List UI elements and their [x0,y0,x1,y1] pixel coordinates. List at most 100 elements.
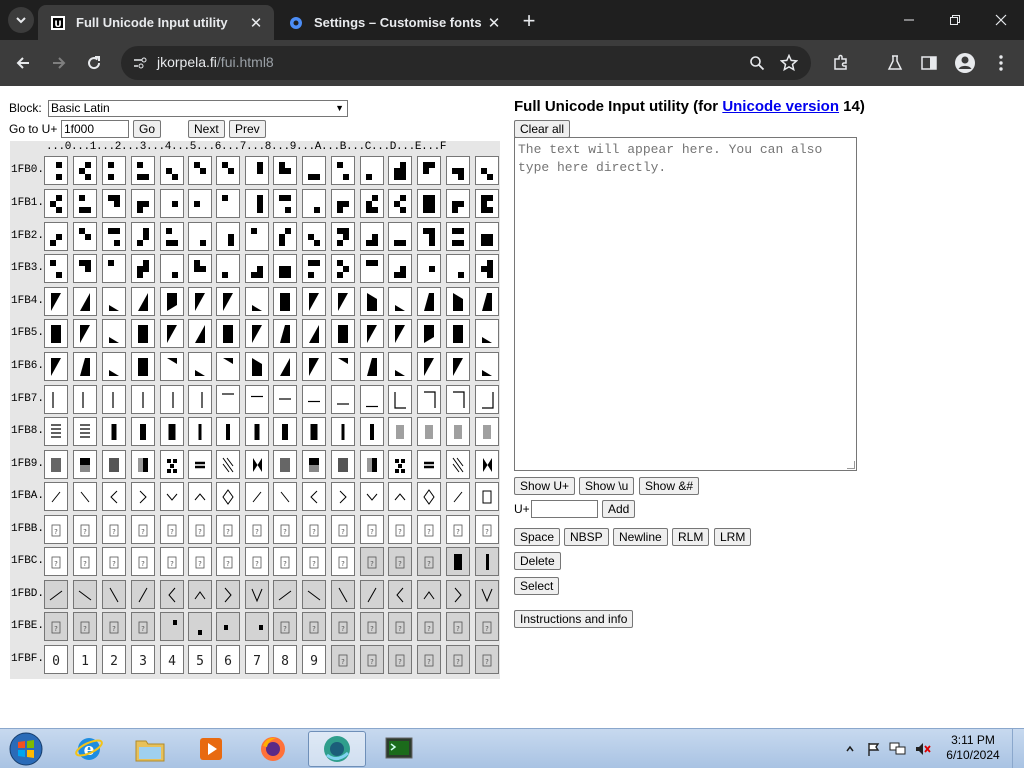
char-cell[interactable]: ? [475,645,499,674]
char-cell[interactable] [188,287,212,316]
taskbar-firefox[interactable] [244,731,302,767]
char-cell[interactable] [446,222,470,251]
char-cell[interactable] [417,580,441,609]
char-cell[interactable] [388,385,412,414]
char-cell[interactable]: ? [273,515,297,544]
char-cell[interactable]: ? [102,515,126,544]
char-cell[interactable] [44,580,68,609]
char-cell[interactable] [131,156,155,185]
char-cell[interactable]: ? [417,515,441,544]
char-cell[interactable] [73,580,97,609]
char-cell[interactable] [446,254,470,283]
char-cell[interactable] [160,287,184,316]
char-cell[interactable] [245,352,269,381]
char-cell[interactable]: ? [216,515,240,544]
extensions-button[interactable] [826,48,856,78]
tab-settings[interactable]: Settings – Customise fonts ✕ [276,5,512,40]
char-cell[interactable] [331,385,355,414]
unicode-version-link[interactable]: Unicode version [722,98,839,115]
char-cell[interactable] [73,352,97,381]
char-cell[interactable] [475,547,499,576]
tab-search-button[interactable] [8,7,34,33]
char-cell[interactable]: ? [102,612,126,641]
char-cell[interactable] [131,319,155,348]
char-cell[interactable]: ? [388,547,412,576]
char-cell[interactable] [73,319,97,348]
char-cell[interactable] [388,222,412,251]
char-cell[interactable]: ? [273,547,297,576]
uplus-input[interactable] [531,500,598,518]
labs-button[interactable] [880,48,910,78]
char-cell[interactable] [102,417,126,446]
char-cell[interactable] [188,222,212,251]
char-cell[interactable] [102,482,126,511]
char-cell[interactable] [446,385,470,414]
char-cell[interactable] [102,254,126,283]
char-cell[interactable] [188,189,212,218]
char-cell[interactable] [131,482,155,511]
char-cell[interactable] [245,385,269,414]
char-cell[interactable] [446,580,470,609]
char-cell[interactable] [216,254,240,283]
char-cell[interactable]: ? [446,645,470,674]
show-desktop-button[interactable] [1012,729,1024,768]
char-cell[interactable] [188,352,212,381]
char-cell[interactable] [44,254,68,283]
char-cell[interactable] [44,450,68,479]
char-cell[interactable] [245,482,269,511]
char-cell[interactable] [216,385,240,414]
char-cell[interactable]: ? [417,645,441,674]
char-cell[interactable] [331,156,355,185]
newline-button[interactable]: Newline [613,528,668,546]
char-cell[interactable]: 4 [160,645,184,674]
char-cell[interactable] [273,580,297,609]
menu-button[interactable] [986,48,1016,78]
char-cell[interactable]: 5 [188,645,212,674]
char-cell[interactable] [188,482,212,511]
char-cell[interactable] [360,287,384,316]
zoom-icon[interactable] [745,51,769,75]
char-cell[interactable]: ? [44,612,68,641]
char-cell[interactable] [188,385,212,414]
char-cell[interactable] [331,417,355,446]
char-cell[interactable] [188,612,212,641]
char-cell[interactable]: ? [331,645,355,674]
char-cell[interactable] [73,417,97,446]
char-cell[interactable] [273,319,297,348]
char-cell[interactable]: ? [360,612,384,641]
char-cell[interactable] [131,580,155,609]
char-cell[interactable] [388,319,412,348]
bookmark-star-icon[interactable] [777,51,801,75]
char-cell[interactable] [73,450,97,479]
char-cell[interactable] [245,222,269,251]
char-cell[interactable] [417,482,441,511]
char-cell[interactable] [44,222,68,251]
char-cell[interactable]: ? [475,612,499,641]
char-cell[interactable] [331,580,355,609]
char-cell[interactable] [216,287,240,316]
char-cell[interactable] [188,417,212,446]
char-cell[interactable] [188,450,212,479]
char-cell[interactable]: ? [446,612,470,641]
char-cell[interactable] [216,319,240,348]
char-cell[interactable] [245,254,269,283]
tray-expand-icon[interactable] [842,735,858,763]
taskbar-explorer[interactable] [121,731,179,767]
char-cell[interactable] [245,287,269,316]
char-cell[interactable] [302,450,326,479]
char-cell[interactable]: ? [388,645,412,674]
delete-button[interactable]: Delete [514,552,561,570]
char-cell[interactable] [417,352,441,381]
char-cell[interactable]: ? [388,612,412,641]
char-cell[interactable]: ? [245,547,269,576]
char-cell[interactable] [160,580,184,609]
char-cell[interactable] [273,417,297,446]
char-cell[interactable]: ? [331,515,355,544]
reload-button[interactable] [79,48,109,78]
char-cell[interactable]: 3 [131,645,155,674]
char-cell[interactable]: ? [446,515,470,544]
char-cell[interactable] [388,189,412,218]
char-cell[interactable] [273,482,297,511]
char-cell[interactable] [245,450,269,479]
nbsp-button[interactable]: NBSP [564,528,609,546]
